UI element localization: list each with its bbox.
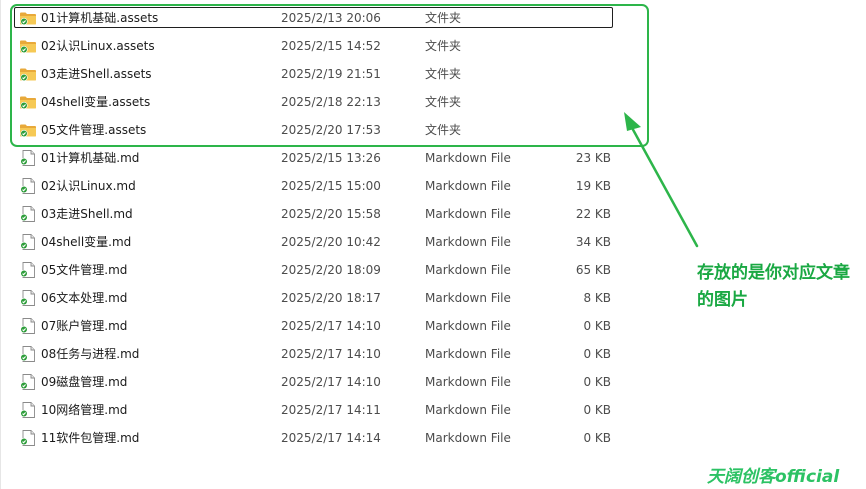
- file-type: Markdown File: [425, 151, 511, 165]
- markdown-file-icon: [19, 150, 37, 166]
- file-name: 07账户管理.md: [41, 319, 128, 333]
- markdown-file-icon: [19, 290, 37, 306]
- markdown-file-icon: [19, 430, 37, 446]
- file-name: 01计算机基础.assets: [41, 11, 159, 25]
- file-type: 文件夹: [425, 67, 462, 81]
- file-name: 06文本处理.md: [41, 291, 128, 305]
- file-date-modified: 2025/2/17 14:11: [281, 403, 381, 417]
- file-row[interactable]: 01计算机基础.md 2025/2/15 13:26 Markdown File 23…: [0, 144, 640, 172]
- file-type: Markdown File: [425, 403, 511, 417]
- file-row[interactable]: 05文件管理.md 2025/2/20 18:09 Markdown File 65 …: [0, 256, 640, 284]
- file-type: Markdown File: [425, 291, 511, 305]
- file-row[interactable]: 02认识Linux.assets 2025/2/15 14:52 文件夹: [0, 32, 640, 60]
- file-date-modified: 2025/2/19 21:51: [281, 67, 381, 81]
- file-name: 11软件包管理.md: [41, 431, 140, 445]
- markdown-file-icon: [19, 206, 37, 222]
- file-date-modified: 2025/2/17 14:10: [281, 347, 381, 361]
- file-date-modified: 2025/2/13 20:06: [281, 11, 381, 25]
- file-name: 09磁盘管理.md: [41, 375, 128, 389]
- file-date-modified: 2025/2/20 18:17: [281, 291, 381, 305]
- file-size: 22 KB: [575, 207, 611, 221]
- file-row[interactable]: 09磁盘管理.md 2025/2/17 14:10 Markdown File 0 K…: [0, 368, 640, 396]
- file-type: 文件夹: [425, 11, 462, 25]
- file-date-modified: 2025/2/15 15:00: [281, 179, 381, 193]
- markdown-file-icon: [19, 402, 37, 418]
- folder-icon: [19, 94, 37, 110]
- folder-icon: [19, 122, 37, 138]
- file-type: Markdown File: [425, 235, 511, 249]
- file-type: Markdown File: [425, 431, 511, 445]
- file-name: 01计算机基础.md: [41, 151, 140, 165]
- file-size: 0 KB: [583, 403, 611, 417]
- file-size: 65 KB: [575, 263, 611, 277]
- file-date-modified: 2025/2/20 10:42: [281, 235, 381, 249]
- file-row[interactable]: 03走进Shell.assets 2025/2/19 21:51 文件夹: [0, 60, 640, 88]
- file-type: Markdown File: [425, 207, 511, 221]
- file-row[interactable]: 07账户管理.md 2025/2/17 14:10 Markdown File 0 K…: [0, 312, 640, 340]
- annotation-text: 存放的是你对应文章的图片: [697, 263, 850, 310]
- file-size: 0 KB: [583, 347, 611, 361]
- file-row[interactable]: 04shell变量.md 2025/2/20 10:42 Markdown File…: [0, 228, 640, 256]
- markdown-file-icon: [19, 318, 37, 334]
- file-date-modified: 2025/2/17 14:10: [281, 319, 381, 333]
- file-type: 文件夹: [425, 95, 462, 109]
- file-type: Markdown File: [425, 263, 511, 277]
- file-row[interactable]: 03走进Shell.md 2025/2/20 15:58 Markdown File…: [0, 200, 640, 228]
- file-size: 19 KB: [575, 179, 611, 193]
- file-type: Markdown File: [425, 179, 511, 193]
- markdown-file-icon: [19, 234, 37, 250]
- markdown-file-icon: [19, 262, 37, 278]
- file-row[interactable]: 02认识Linux.md 2025/2/15 15:00 Markdown File…: [0, 172, 640, 200]
- file-name: 05文件管理.md: [41, 263, 128, 277]
- file-type: Markdown File: [425, 319, 511, 333]
- file-date-modified: 2025/2/20 15:58: [281, 207, 381, 221]
- file-size: 0 KB: [583, 319, 611, 333]
- file-name: 04shell变量.md: [41, 235, 132, 249]
- file-type: 文件夹: [425, 123, 462, 137]
- file-date-modified: 2025/2/18 22:13: [281, 95, 381, 109]
- watermark: 天阔创客official: [707, 467, 840, 487]
- file-name: 03走进Shell.assets: [41, 67, 152, 81]
- file-row[interactable]: 11软件包管理.md 2025/2/17 14:14 Markdown File 0 …: [0, 424, 640, 452]
- file-type: Markdown File: [425, 347, 511, 361]
- file-date-modified: 2025/2/20 18:09: [281, 263, 381, 277]
- file-size: 23 KB: [575, 151, 611, 165]
- file-name: 04shell变量.assets: [41, 95, 151, 109]
- file-row[interactable]: 08任务与进程.md 2025/2/17 14:10 Markdown File 0 …: [0, 340, 640, 368]
- file-name: 05文件管理.assets: [41, 123, 147, 137]
- file-date-modified: 2025/2/15 14:52: [281, 39, 381, 53]
- file-size: 0 KB: [583, 375, 611, 389]
- file-row[interactable]: 10网络管理.md 2025/2/17 14:11 Markdown File 0 K…: [0, 396, 640, 424]
- file-row[interactable]: 05文件管理.assets 2025/2/20 17:53 文件夹: [0, 116, 640, 144]
- file-size: 8 KB: [583, 291, 611, 305]
- folder-icon: [19, 66, 37, 82]
- markdown-file-icon: [19, 178, 37, 194]
- folder-icon: [19, 38, 37, 54]
- folder-icon: [19, 10, 37, 26]
- markdown-file-icon: [19, 346, 37, 362]
- file-name: 10网络管理.md: [41, 403, 128, 417]
- file-name: 03走进Shell.md: [41, 207, 133, 221]
- file-name: 02认识Linux.md: [41, 179, 136, 193]
- file-size: 34 KB: [575, 235, 611, 249]
- file-date-modified: 2025/2/15 13:26: [281, 151, 381, 165]
- file-name: 08任务与进程.md: [41, 347, 140, 361]
- file-row[interactable]: 06文本处理.md 2025/2/20 18:17 Markdown File 8 K…: [0, 284, 640, 312]
- file-date-modified: 2025/2/17 14:14: [281, 431, 381, 445]
- markdown-file-icon: [19, 374, 37, 390]
- file-type: Markdown File: [425, 375, 511, 389]
- file-type: 文件夹: [425, 39, 462, 53]
- file-row[interactable]: 01计算机基础.assets 2025/2/13 20:06 文件夹: [0, 4, 640, 32]
- file-date-modified: 2025/2/20 17:53: [281, 123, 381, 137]
- file-size: 0 KB: [583, 431, 611, 445]
- file-name: 02认识Linux.assets: [41, 39, 155, 53]
- file-date-modified: 2025/2/17 14:10: [281, 375, 381, 389]
- file-row[interactable]: 04shell变量.assets 2025/2/18 22:13 文件夹: [0, 88, 640, 116]
